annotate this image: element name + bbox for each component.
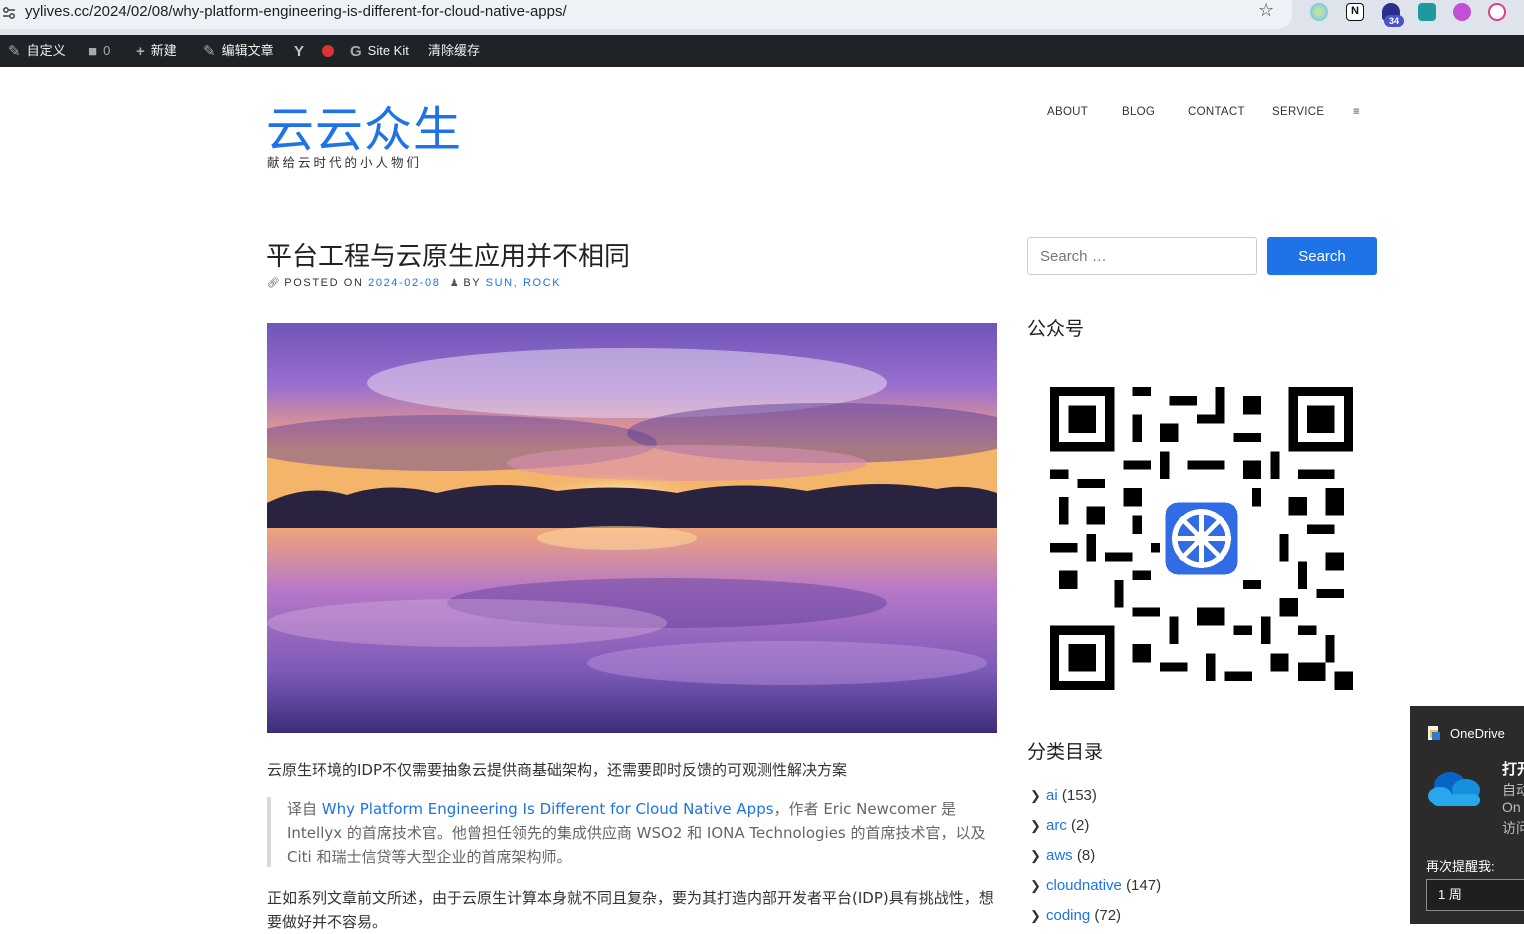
browser-toolbar: yylives.cc/2024/02/08/why-platform-engin… [0,0,1524,35]
post-meta: 🔗︎ POSTED ON 2024-02-08 ♟ BY SUN, ROCK [267,277,561,289]
category-link[interactable]: ai [1046,787,1058,804]
posted-on-label: POSTED ON [284,277,364,289]
post-date[interactable]: 2024-02-08 [368,277,440,289]
original-article-link[interactable]: Why Platform Engineering Is Different fo… [322,800,774,818]
pink-extension-icon[interactable] [1488,3,1506,21]
category-list: ❯ ai (153) ❯ arc (2) ❯ aws (8) ❯ cloudnative… [1030,784,1161,934]
admin-customize[interactable]: ✎ 自定义 [8,35,66,67]
toast-app-name: OneDrive [1450,726,1505,741]
post-authors[interactable]: SUN, ROCK [486,277,562,289]
category-count: (147) [1126,877,1162,894]
onedrive-cloud-icon [1428,772,1480,806]
category-link[interactable]: coding [1046,907,1090,924]
nav-contact[interactable]: CONTACT [1188,106,1245,118]
search-button[interactable]: Search [1267,237,1377,275]
bookmark-star-icon[interactable]: ☆ [1258,2,1274,20]
google-g-icon: G [350,42,362,60]
nav-service[interactable]: SERVICE [1272,106,1324,118]
chevron-right-icon: ❯ [1030,908,1041,923]
by-label: BY [463,277,481,289]
yoast-menu[interactable]: Y [294,35,310,67]
toast-heading: 打开 [1502,761,1524,778]
category-item: ❯ aws (8) [1030,844,1161,874]
admin-new-label: 新建 [150,43,177,58]
chevron-right-icon: ❯ [1030,788,1041,803]
purple-extension-icon[interactable] [1453,3,1471,21]
user-icon: ♟ [449,278,461,289]
category-count: (8) [1076,847,1096,864]
url-text[interactable]: yylives.cc/2024/02/08/why-platform-engin… [25,3,567,20]
wechat-qr-code [1050,387,1353,690]
admin-comments[interactable]: ■ 0 [88,35,110,67]
extension-badge: 34 [1384,15,1404,27]
toast-line-1: 自动 [1502,782,1524,798]
admin-edit-label: 编辑文章 [221,43,274,58]
plus-icon: + [136,42,145,60]
category-link[interactable]: cloudnative [1046,877,1122,894]
category-item: ❯ cloudnative (147) [1030,874,1161,904]
pencil-icon: ✎ [203,42,216,60]
category-item: ❯ arc (2) [1030,814,1161,844]
site-settings-icon[interactable] [2,6,16,20]
category-count: (2) [1071,817,1090,834]
yoast-status-dot [322,45,334,57]
admin-clear-cache[interactable]: 清除缓存 [428,35,480,67]
translation-quote: 译自 Why Platform Engineering Is Different… [267,797,997,867]
category-item: ❯ coding (72) [1030,904,1161,934]
chevron-right-icon: ❯ [1030,878,1041,893]
onedrive-notification[interactable]: OneDrive 打开 自动 On 访问 再次提醒我: 1 周 [1410,706,1524,924]
post-body-paragraph: 正如系列文章前文所述，由于云原生计算本身就不同且复杂，要为其打造内部开发者平台(… [267,889,994,931]
comment-icon: ■ [88,42,98,60]
category-count: (153) [1061,787,1097,804]
site-description: 献给云时代的小人物们 [267,155,423,170]
admin-new[interactable]: + 新建 [136,35,177,67]
chevron-right-icon: ❯ [1030,818,1041,833]
site-title[interactable]: 云云众生 [266,90,462,160]
post-lead: 云原生环境的IDP不仅需要抽象云提供商基础架构，还需要即时反馈的可观测性解决方案 [267,761,848,779]
quote-prefix: 译自 [287,800,322,818]
category-link[interactable]: arc [1046,817,1067,834]
category-count: (72) [1094,907,1122,924]
toast-line-2: On [1502,799,1521,815]
nav-menu-icon[interactable]: ≡ [1353,106,1360,118]
translate-extension-icon[interactable] [1418,3,1436,21]
yoast-icon: Y [294,42,305,60]
post-title: 平台工程与云原生应用并不相同 [266,242,631,272]
extension-circle-icon[interactable] [1310,3,1328,21]
onedrive-app-icon [1428,726,1440,740]
address-bar[interactable]: yylives.cc/2024/02/08/why-platform-engin… [0,0,1292,29]
category-item: ❯ ai (153) [1030,784,1161,814]
notion-icon[interactable]: N [1346,3,1364,21]
admin-site-kit[interactable]: G Site Kit [350,35,409,67]
chevron-right-icon: ❯ [1030,848,1041,863]
categories-widget-title: 分类目录 [1027,741,1104,763]
link-icon: 🔗︎ [267,278,282,289]
admin-edit-post[interactable]: ✎ 编辑文章 [203,35,274,67]
brush-icon: ✎ [8,42,21,60]
nav-about[interactable]: ABOUT [1047,106,1088,118]
search-input[interactable] [1027,237,1257,275]
admin-comments-count: 0 [103,43,111,58]
featured-image [267,323,997,733]
remind-interval-select[interactable]: 1 周 [1426,879,1524,911]
category-link[interactable]: aws [1046,847,1073,864]
admin-clear-cache-label: 清除缓存 [428,43,481,58]
toast-line-3: 访问 [1502,820,1524,836]
wp-admin-bar: ✎ 自定义 ■ 0 + 新建 ✎ 编辑文章 Y G Site Kit 清除缓存 [0,35,1524,67]
remind-label: 再次提醒我: [1426,859,1495,874]
nav-blog[interactable]: BLOG [1122,106,1155,118]
wechat-widget-title: 公众号 [1027,318,1085,340]
admin-customize-label: 自定义 [26,43,66,58]
admin-site-kit-label: Site Kit [367,43,409,58]
